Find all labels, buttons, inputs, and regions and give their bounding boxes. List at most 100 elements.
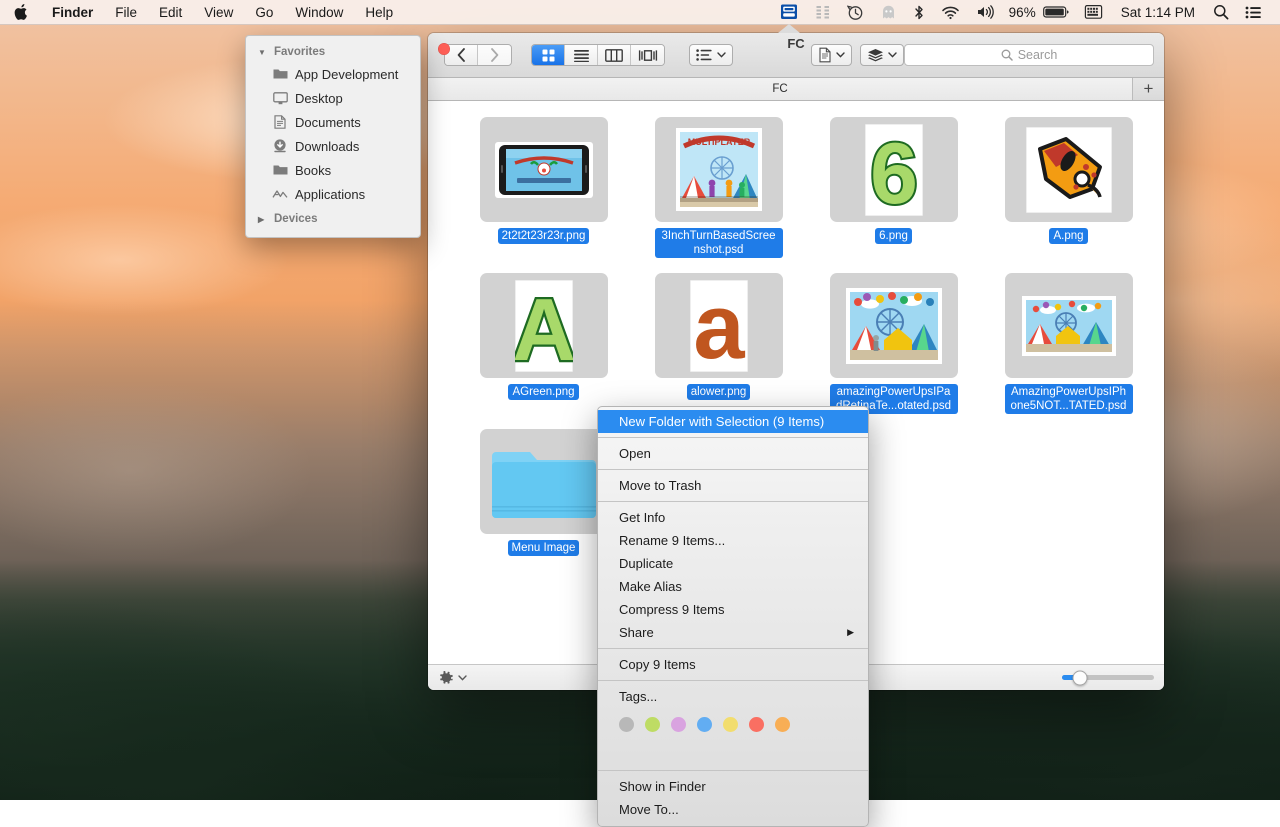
volume-icon[interactable] (968, 0, 1003, 25)
sidebar-item-books[interactable]: Books (246, 158, 420, 182)
sidebar-item-app-development[interactable]: App Development (246, 62, 420, 86)
search-icon (1001, 49, 1013, 61)
chevron-down-icon (458, 675, 467, 681)
search-placeholder: Search (1018, 48, 1058, 62)
apple-menu-icon[interactable] (0, 0, 41, 25)
chevron-down-icon (717, 52, 726, 58)
context-menu-item-make-alias[interactable]: Make Alias (598, 575, 868, 598)
menu-go[interactable]: Go (244, 0, 284, 25)
sidebar-item-applications[interactable]: Applications (246, 182, 420, 206)
file-label: 2t2t2t23r23r.png (498, 228, 590, 244)
forward-button[interactable] (478, 45, 511, 65)
file-item[interactable]: amazingPowerUpsIPadRetinaTe...otated.psd (806, 267, 981, 420)
file-item[interactable]: 2t2t2t23r23r.png (456, 111, 631, 264)
slider-track[interactable] (1062, 675, 1154, 680)
file-thumbnail (830, 273, 958, 378)
battery-icon[interactable] (1041, 0, 1076, 25)
tab-fc[interactable]: FC (428, 78, 1132, 100)
chevron-down-icon[interactable]: ▼ (258, 48, 268, 57)
spotlight-search-icon[interactable] (1205, 0, 1237, 25)
file-item[interactable]: AmazingPowerUpsIPhone5NOT...TATED.psd (981, 267, 1156, 420)
context-menu-item-compress-items[interactable]: Compress 9 Items (598, 598, 868, 621)
menu-window[interactable]: Window (284, 0, 354, 25)
sidebar-item-label: Downloads (295, 139, 359, 154)
red-tag-swatch[interactable] (749, 717, 764, 732)
list-view-button[interactable] (565, 45, 598, 65)
purple-tag-swatch[interactable] (671, 717, 686, 732)
file-item[interactable]: 6 6.png (806, 111, 981, 264)
finder-menu-extra-icon[interactable] (771, 0, 807, 25)
time-machine-icon[interactable] (839, 0, 872, 25)
menu-file[interactable]: File (104, 0, 148, 25)
file-label: A.png (1049, 228, 1087, 244)
sidebar-section-title: Devices (274, 213, 317, 225)
context-menu-item-rename-items[interactable]: Rename 9 Items... (598, 529, 868, 552)
column-view-button[interactable] (598, 45, 631, 65)
arrange-by-button[interactable] (689, 44, 733, 66)
wifi-icon[interactable] (933, 0, 968, 25)
menu-view[interactable]: View (193, 0, 244, 25)
context-menu-item-new-folder-with-selection[interactable]: New Folder with Selection (9 Items) (598, 410, 868, 433)
icon-size-slider[interactable] (1062, 675, 1154, 680)
menu-bar-status-items: 96% Sat 1:14 PM (771, 0, 1280, 25)
menu-help[interactable]: Help (354, 0, 404, 25)
file-thumbnail (480, 117, 608, 222)
file-item[interactable]: A AGreen.png (456, 267, 631, 420)
green-tag-swatch[interactable] (645, 717, 660, 732)
menu-finder[interactable]: Finder (41, 0, 104, 25)
context-menu-item-share[interactable]: Share ▶ (598, 621, 868, 644)
sort-arrows-icon[interactable] (807, 0, 839, 25)
input-source-glyph (1084, 4, 1103, 20)
sidebar-section-devices-header[interactable]: ▶ Devices (246, 209, 420, 229)
file-label: 3InchTurnBasedScreenshot.psd (655, 228, 783, 258)
context-menu-item-duplicate[interactable]: Duplicate (598, 552, 868, 575)
apple-logo-icon (14, 4, 28, 20)
action-gear-button[interactable] (438, 670, 467, 686)
menu-edit[interactable]: Edit (148, 0, 193, 25)
bluetooth-icon[interactable] (905, 0, 933, 25)
context-menu-item-tags[interactable]: Tags... (598, 685, 868, 708)
menu-bar-clock[interactable]: Sat 1:14 PM (1111, 5, 1205, 20)
notification-center-icon[interactable] (1237, 0, 1270, 25)
column-view-icon (605, 49, 623, 62)
file-item[interactable]: MULTIPLAYER (631, 111, 806, 264)
coverflow-view-button[interactable] (631, 45, 664, 65)
carnival-ipad-icon (846, 288, 942, 364)
context-menu-item-move-to-trash[interactable]: Move to Trash (598, 474, 868, 497)
spotlight-glyph (1213, 4, 1229, 20)
file-label: 6.png (875, 228, 912, 244)
file-thumbnail: a (655, 273, 783, 378)
slider-knob[interactable] (1073, 670, 1088, 685)
chevron-right-icon[interactable]: ▶ (258, 215, 268, 224)
context-menu[interactable]: New Folder with Selection (9 Items) Open… (597, 406, 869, 827)
blue-tag-swatch[interactable] (697, 717, 712, 732)
gear-icon (438, 670, 454, 686)
file-thumbnail: 6 (830, 117, 958, 222)
share-menu-button[interactable] (860, 44, 904, 66)
gray-tag-swatch[interactable] (619, 717, 634, 732)
sidebar-section-favorites-header[interactable]: ▼ Favorites (246, 42, 420, 62)
keyboard-input-icon[interactable] (1076, 0, 1111, 25)
new-tab-button[interactable]: + (1132, 78, 1164, 100)
sidebar-item-documents[interactable]: Documents (246, 110, 420, 134)
orange-tag-swatch[interactable] (775, 717, 790, 732)
close-button[interactable] (438, 43, 450, 55)
context-menu-item-copy-items[interactable]: Copy 9 Items (598, 653, 868, 676)
finder-sidebar[interactable]: ▼ Favorites App Development Desktop D (245, 35, 421, 238)
view-mode-segment (531, 44, 665, 66)
context-menu-item-get-info[interactable]: Get Info (598, 506, 868, 529)
sidebar-item-downloads[interactable]: Downloads (246, 134, 420, 158)
file-item[interactable]: a alower.png (631, 267, 806, 420)
context-menu-item-show-in-finder[interactable]: Show in Finder (598, 775, 868, 798)
search-input[interactable]: Search (904, 44, 1154, 66)
context-menu-item-move-to[interactable]: Move To... (598, 798, 868, 821)
yellow-tag-swatch[interactable] (723, 717, 738, 732)
action-menu-button[interactable] (811, 44, 852, 66)
icon-view-button[interactable] (532, 45, 565, 65)
green-six-icon: 6 (865, 124, 923, 216)
file-thumbnail (480, 429, 608, 534)
file-item[interactable]: A.png (981, 111, 1156, 264)
context-menu-item-open[interactable]: Open (598, 442, 868, 465)
sidebar-item-desktop[interactable]: Desktop (246, 86, 420, 110)
ghost-icon[interactable] (872, 0, 905, 25)
